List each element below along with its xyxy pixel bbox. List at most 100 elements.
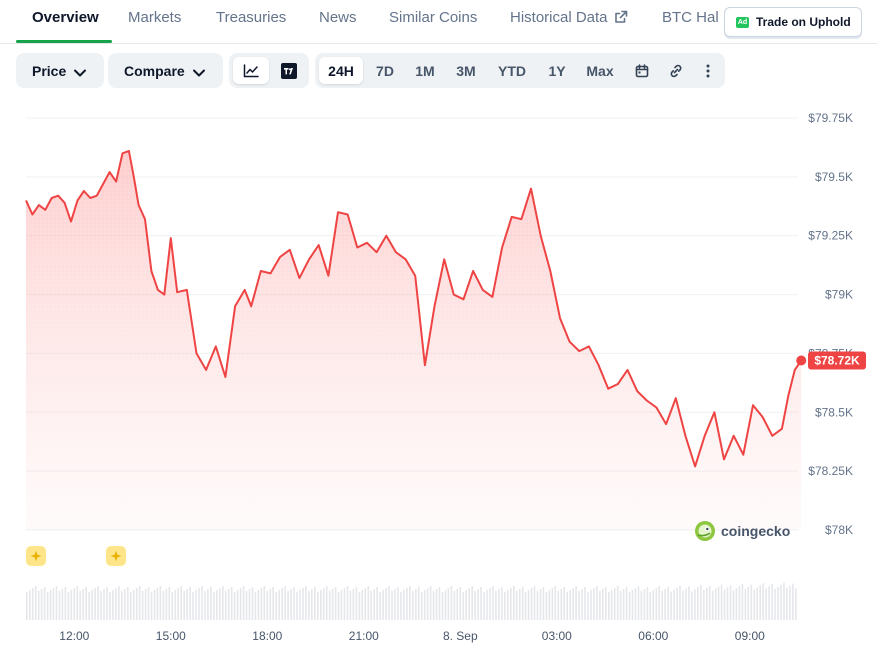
event-marker[interactable]: [26, 546, 46, 566]
tab-overview[interactable]: Overview: [32, 9, 99, 26]
volume-bar: [551, 588, 554, 620]
y-tick-label: $79.25K: [808, 229, 853, 243]
volume-bar: [652, 590, 655, 620]
volume-bar: [453, 591, 456, 620]
volume-bar: [34, 586, 37, 620]
volume-bar: [554, 586, 557, 620]
volume-bar: [26, 592, 28, 620]
volume-bar: [272, 587, 274, 620]
volume-bar: [613, 588, 616, 620]
chevron-down-icon: [192, 69, 205, 76]
volume-bar: [177, 588, 179, 620]
volume-bar: [284, 586, 286, 620]
volume-bar: [682, 590, 684, 620]
volume-bar: [634, 588, 637, 620]
x-tick-label: 03:00: [542, 629, 572, 643]
range-ytd[interactable]: YTD: [489, 57, 535, 84]
volume-bar: [504, 592, 506, 620]
coingecko-watermark: coingecko: [694, 520, 790, 542]
volume-bar: [536, 591, 539, 620]
volume-bar: [242, 586, 245, 620]
tab-similar-coins[interactable]: Similar Coins: [389, 9, 477, 26]
volume-bar: [343, 588, 346, 620]
volume-bar: [756, 587, 758, 620]
volume-bar: [296, 592, 298, 620]
volume-bar: [382, 590, 384, 620]
share-link-button[interactable]: [661, 57, 691, 84]
volume-bar: [489, 588, 491, 620]
volume-bar: [518, 589, 521, 620]
volume-bar: [364, 588, 367, 620]
volume-bar: [608, 592, 610, 620]
line-chart-toggle[interactable]: [233, 57, 269, 84]
price-dropdown[interactable]: Price: [16, 53, 104, 88]
volume-bar: [435, 589, 438, 620]
volume-bar: [723, 589, 726, 620]
volume-bar: [447, 588, 450, 620]
range-1m[interactable]: 1M: [407, 57, 443, 84]
volume-bar: [415, 589, 417, 620]
compare-dropdown[interactable]: Compare: [108, 53, 223, 88]
range-1y[interactable]: 1Y: [539, 57, 575, 84]
volume-bar: [706, 587, 708, 620]
volume-bar: [317, 592, 319, 620]
volume-bar: [397, 587, 399, 620]
volume-bar: [135, 588, 138, 620]
ad-badge: Ad: [736, 16, 749, 28]
more-options-button[interactable]: [695, 57, 721, 84]
volume-bar: [251, 587, 254, 620]
volume-bar: [153, 590, 156, 620]
y-tick-label: $78.5K: [815, 405, 853, 419]
volume-bar: [141, 591, 144, 620]
tab-bar: Overview Markets Treasuries News Similar…: [0, 0, 877, 44]
volume-bar: [269, 589, 272, 620]
volume-bar: [423, 590, 426, 620]
volume-bar: [52, 588, 55, 620]
range-7d[interactable]: 7D: [367, 57, 403, 84]
volume-bar: [222, 586, 224, 620]
volume-bar: [587, 592, 589, 620]
volume-bar: [426, 588, 429, 620]
volume-bar: [515, 591, 518, 620]
volume-bar: [610, 590, 613, 620]
volume-bar: [115, 588, 117, 620]
volume-bar: [207, 589, 209, 620]
volume-bar: [400, 592, 402, 620]
volume-bar: [753, 589, 756, 620]
tab-historical-data-label: Historical Data: [510, 9, 608, 26]
tab-historical-data[interactable]: Historical Data: [510, 9, 628, 26]
tab-btc-halving[interactable]: BTC Hal: [662, 9, 719, 26]
tab-treasuries[interactable]: Treasuries: [216, 9, 286, 26]
range-24h[interactable]: 24H: [319, 57, 363, 84]
volume-bar: [79, 591, 81, 620]
line-chart-icon: [243, 63, 259, 77]
event-marker[interactable]: [106, 546, 126, 566]
volume-bar: [688, 586, 690, 620]
range-3m[interactable]: 3M: [447, 57, 485, 84]
gecko-logo-icon: [695, 521, 715, 541]
volume-bar: [109, 592, 111, 620]
volume-bar: [527, 590, 530, 620]
tab-markets[interactable]: Markets: [128, 9, 181, 26]
volume-bar: [738, 586, 741, 620]
more-vertical-icon: [706, 64, 710, 77]
volume-bars: [26, 582, 797, 620]
price-chart[interactable]: $79.75K$79.5K$79.25K$79K$78.75K$78.5K$78…: [0, 100, 877, 647]
x-tick-label: 06:00: [638, 629, 668, 643]
volume-bar: [61, 589, 64, 620]
volume-bar: [747, 586, 750, 620]
volume-bar: [477, 589, 479, 620]
volume-bar: [227, 589, 230, 620]
trade-on-uphold-button[interactable]: Ad Trade on Uphold: [724, 7, 862, 37]
volume-bar: [417, 587, 420, 620]
volume-bar: [224, 591, 227, 620]
volume-bar: [640, 591, 643, 620]
volume-bar: [210, 587, 212, 620]
volume-bar: [260, 588, 263, 620]
range-max[interactable]: Max: [579, 57, 621, 84]
date-range-button[interactable]: [627, 57, 657, 84]
volume-bar: [590, 590, 592, 620]
tradingview-toggle[interactable]: [273, 57, 305, 84]
volume-bar: [373, 589, 375, 620]
tab-news[interactable]: News: [319, 9, 357, 26]
